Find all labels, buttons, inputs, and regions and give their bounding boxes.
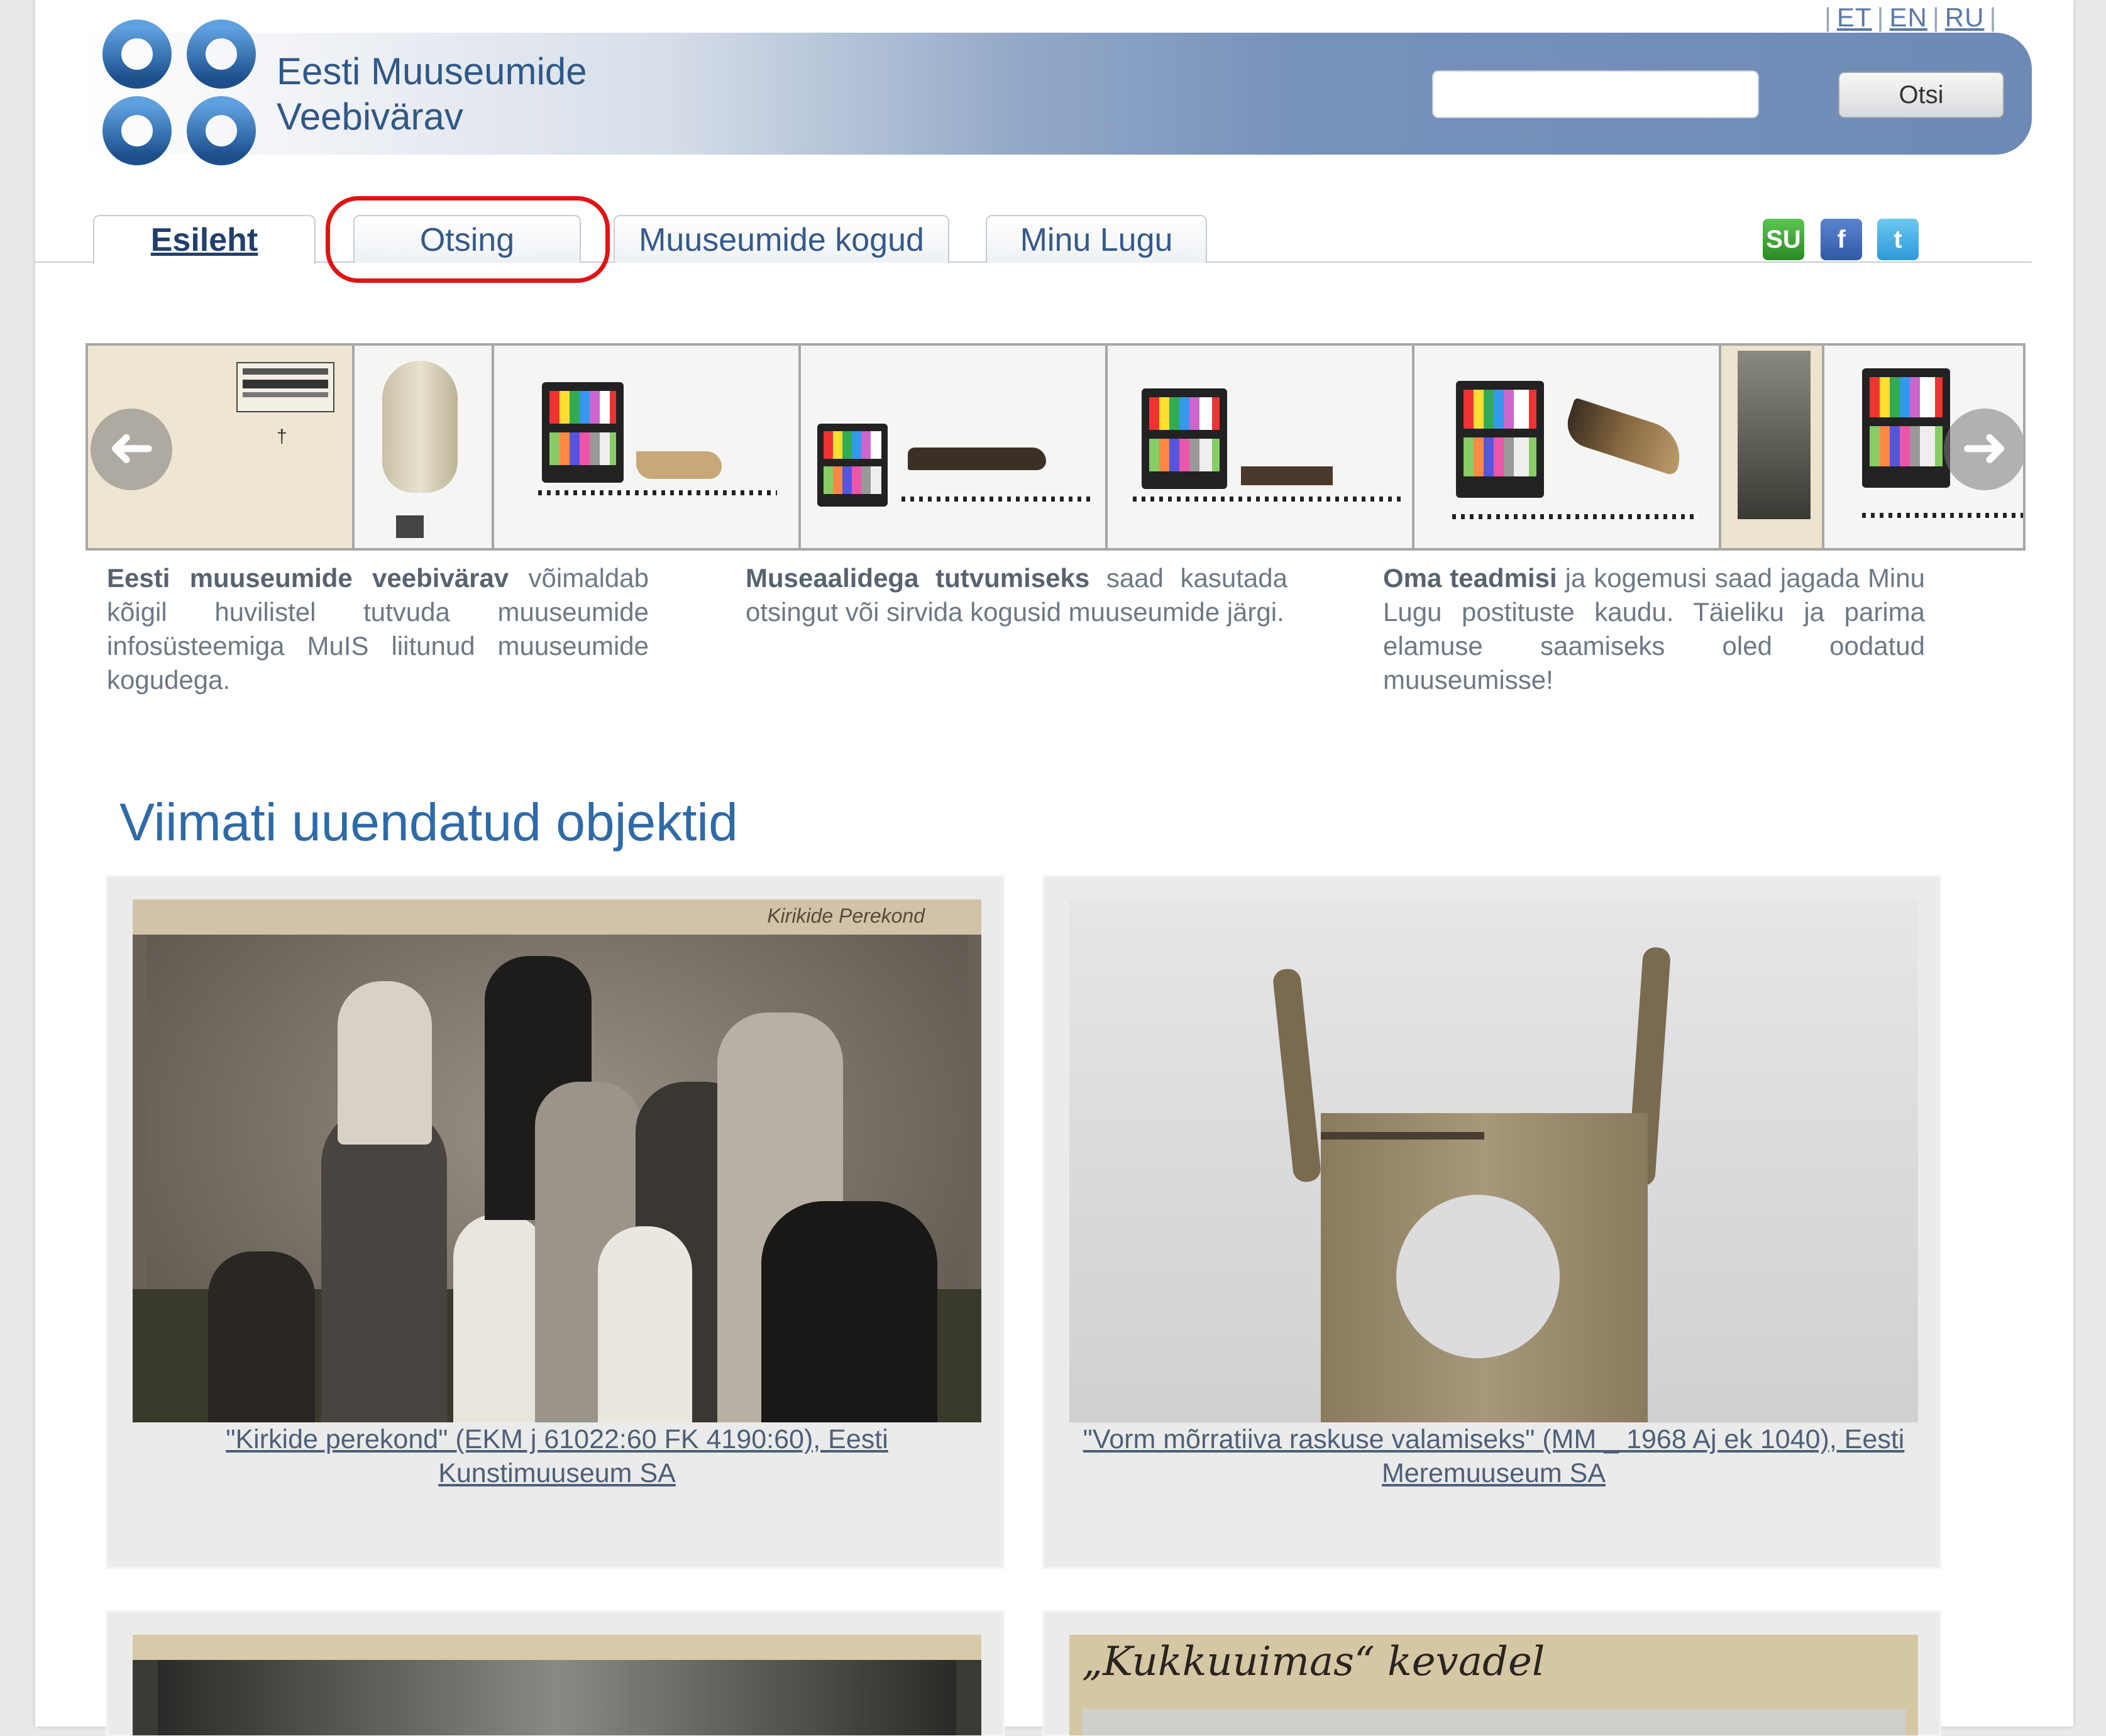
photo-inscription: Kirikide Perekond (767, 904, 925, 927)
mould-photo[interactable] (1069, 899, 1918, 1422)
carousel-item[interactable] (1414, 346, 1721, 548)
cross-mark: † (277, 426, 287, 447)
object-photo[interactable]: „Kukkuuimas“ kevadel (1069, 1635, 1918, 1735)
intro-column-2: Museaalidega tutvumiseks saad kasutada o… (746, 561, 1287, 629)
facebook-glyph: f (1837, 226, 1846, 253)
figure (208, 1251, 315, 1422)
lang-en-link[interactable]: EN (1890, 3, 1927, 32)
facebook-icon[interactable]: f (1821, 219, 1862, 260)
lang-et-link[interactable]: ET (1837, 3, 1872, 32)
site-name[interactable]: Eesti Muuseumide Veebivärav (277, 49, 587, 140)
carousel-item[interactable] (1108, 346, 1414, 548)
intro-bold-3: Oma teadmisi (1383, 563, 1557, 593)
mould-hole (1396, 1195, 1560, 1358)
image-carousel: † ➜ ➜ (85, 343, 2026, 551)
carousel-item[interactable] (494, 346, 801, 548)
mould-frame (1321, 1113, 1648, 1422)
intro-bold-1: Eesti muuseumide veebivärav (107, 563, 509, 593)
figure (761, 1201, 937, 1422)
object-horn (1561, 397, 1689, 476)
intro-bold-2: Museaalidega tutvumiseks (746, 563, 1090, 593)
scale-ruler (901, 497, 1090, 502)
object-card (106, 1610, 1005, 1736)
object-caption-link[interactable]: "Vorm mõrratiiva raskuse valamiseks" (MM… (1069, 1422, 1918, 1490)
photo-inscription: „Kukkuuimas“ kevadel (1082, 1639, 1545, 1685)
scale-ruler (1133, 497, 1403, 502)
tab-minu-lugu[interactable]: Minu Lugu (986, 215, 1207, 263)
object-bar (1241, 466, 1333, 485)
scale-ruler (1452, 514, 1697, 519)
scale-ruler (1862, 513, 2023, 518)
scale-ruler (538, 490, 777, 495)
tab-muuseumide-kogud[interactable]: Muuseumide kogud (614, 215, 949, 263)
family-photo[interactable]: Kirikide Perekond (133, 899, 981, 1422)
mould-post (1272, 967, 1322, 1184)
color-checker (1456, 381, 1544, 498)
stumbleupon-icon[interactable]: SU (1763, 219, 1804, 260)
portrait-photo (1738, 351, 1811, 519)
intro-column-1: Eesti muuseumide veebivärav võimaldab kõ… (107, 561, 649, 697)
site-name-line2: Veebivärav (277, 96, 463, 138)
color-checker (1862, 368, 1950, 488)
object-shell (636, 451, 722, 479)
photo-content (158, 1660, 956, 1735)
figure (598, 1226, 692, 1422)
carousel-item[interactable] (1721, 346, 1824, 548)
photo-content (1082, 1709, 1905, 1735)
figure (321, 1107, 447, 1422)
highlight-ring (326, 196, 610, 283)
intro-column-3: Oma teadmisi ja kogemusi saad jagada Min… (1383, 561, 1925, 697)
twitter-glyph: t (1894, 226, 1902, 253)
figure (338, 981, 432, 1145)
object-horn (908, 448, 1046, 470)
site-name-line1: Eesti Muuseumide (277, 50, 587, 92)
color-checker (1142, 388, 1227, 489)
object-photo[interactable] (133, 1635, 981, 1735)
stumbleupon-glyph: SU (1766, 226, 1801, 253)
arrow-right-icon[interactable]: ➜ (1944, 409, 2023, 490)
object-card: Kirikide Perekond "Kirkide perekond" (EK… (106, 875, 1005, 1569)
carousel-item[interactable] (355, 346, 494, 548)
document-stamp (236, 362, 334, 412)
carousel-item[interactable] (801, 346, 1108, 548)
section-title: Viimati uuendatud objektid (119, 793, 738, 852)
object-caption-link[interactable]: "Kirkide perekond" (EKM j 61022:60 FK 41… (133, 1422, 981, 1490)
tab-esileht[interactable]: Esileht (93, 215, 316, 264)
language-bar: | ET | EN | RU | (1824, 3, 1997, 32)
color-checker (817, 424, 888, 507)
twitter-icon[interactable]: t (1877, 219, 1919, 260)
color-checker (542, 382, 624, 483)
search-input[interactable] (1432, 70, 1759, 118)
sack-image (382, 361, 458, 493)
mould-clamp (1321, 1132, 1484, 1140)
color-card-mini (396, 515, 424, 538)
search-button[interactable]: Otsi (1838, 72, 2004, 118)
site-logo-icon[interactable] (98, 15, 262, 172)
page: | ET | EN | RU | Eesti Muuseumide Veebivärav O… (35, 0, 2073, 1736)
figure (453, 1214, 548, 1422)
arrow-left-icon[interactable]: ➜ (91, 409, 172, 490)
object-card: "Vorm mõrratiiva raskuse valamiseks" (MM… (1042, 875, 1941, 1569)
lang-ru-link[interactable]: RU (1945, 3, 1985, 32)
object-card: „Kukkuuimas“ kevadel (1042, 1610, 1941, 1736)
